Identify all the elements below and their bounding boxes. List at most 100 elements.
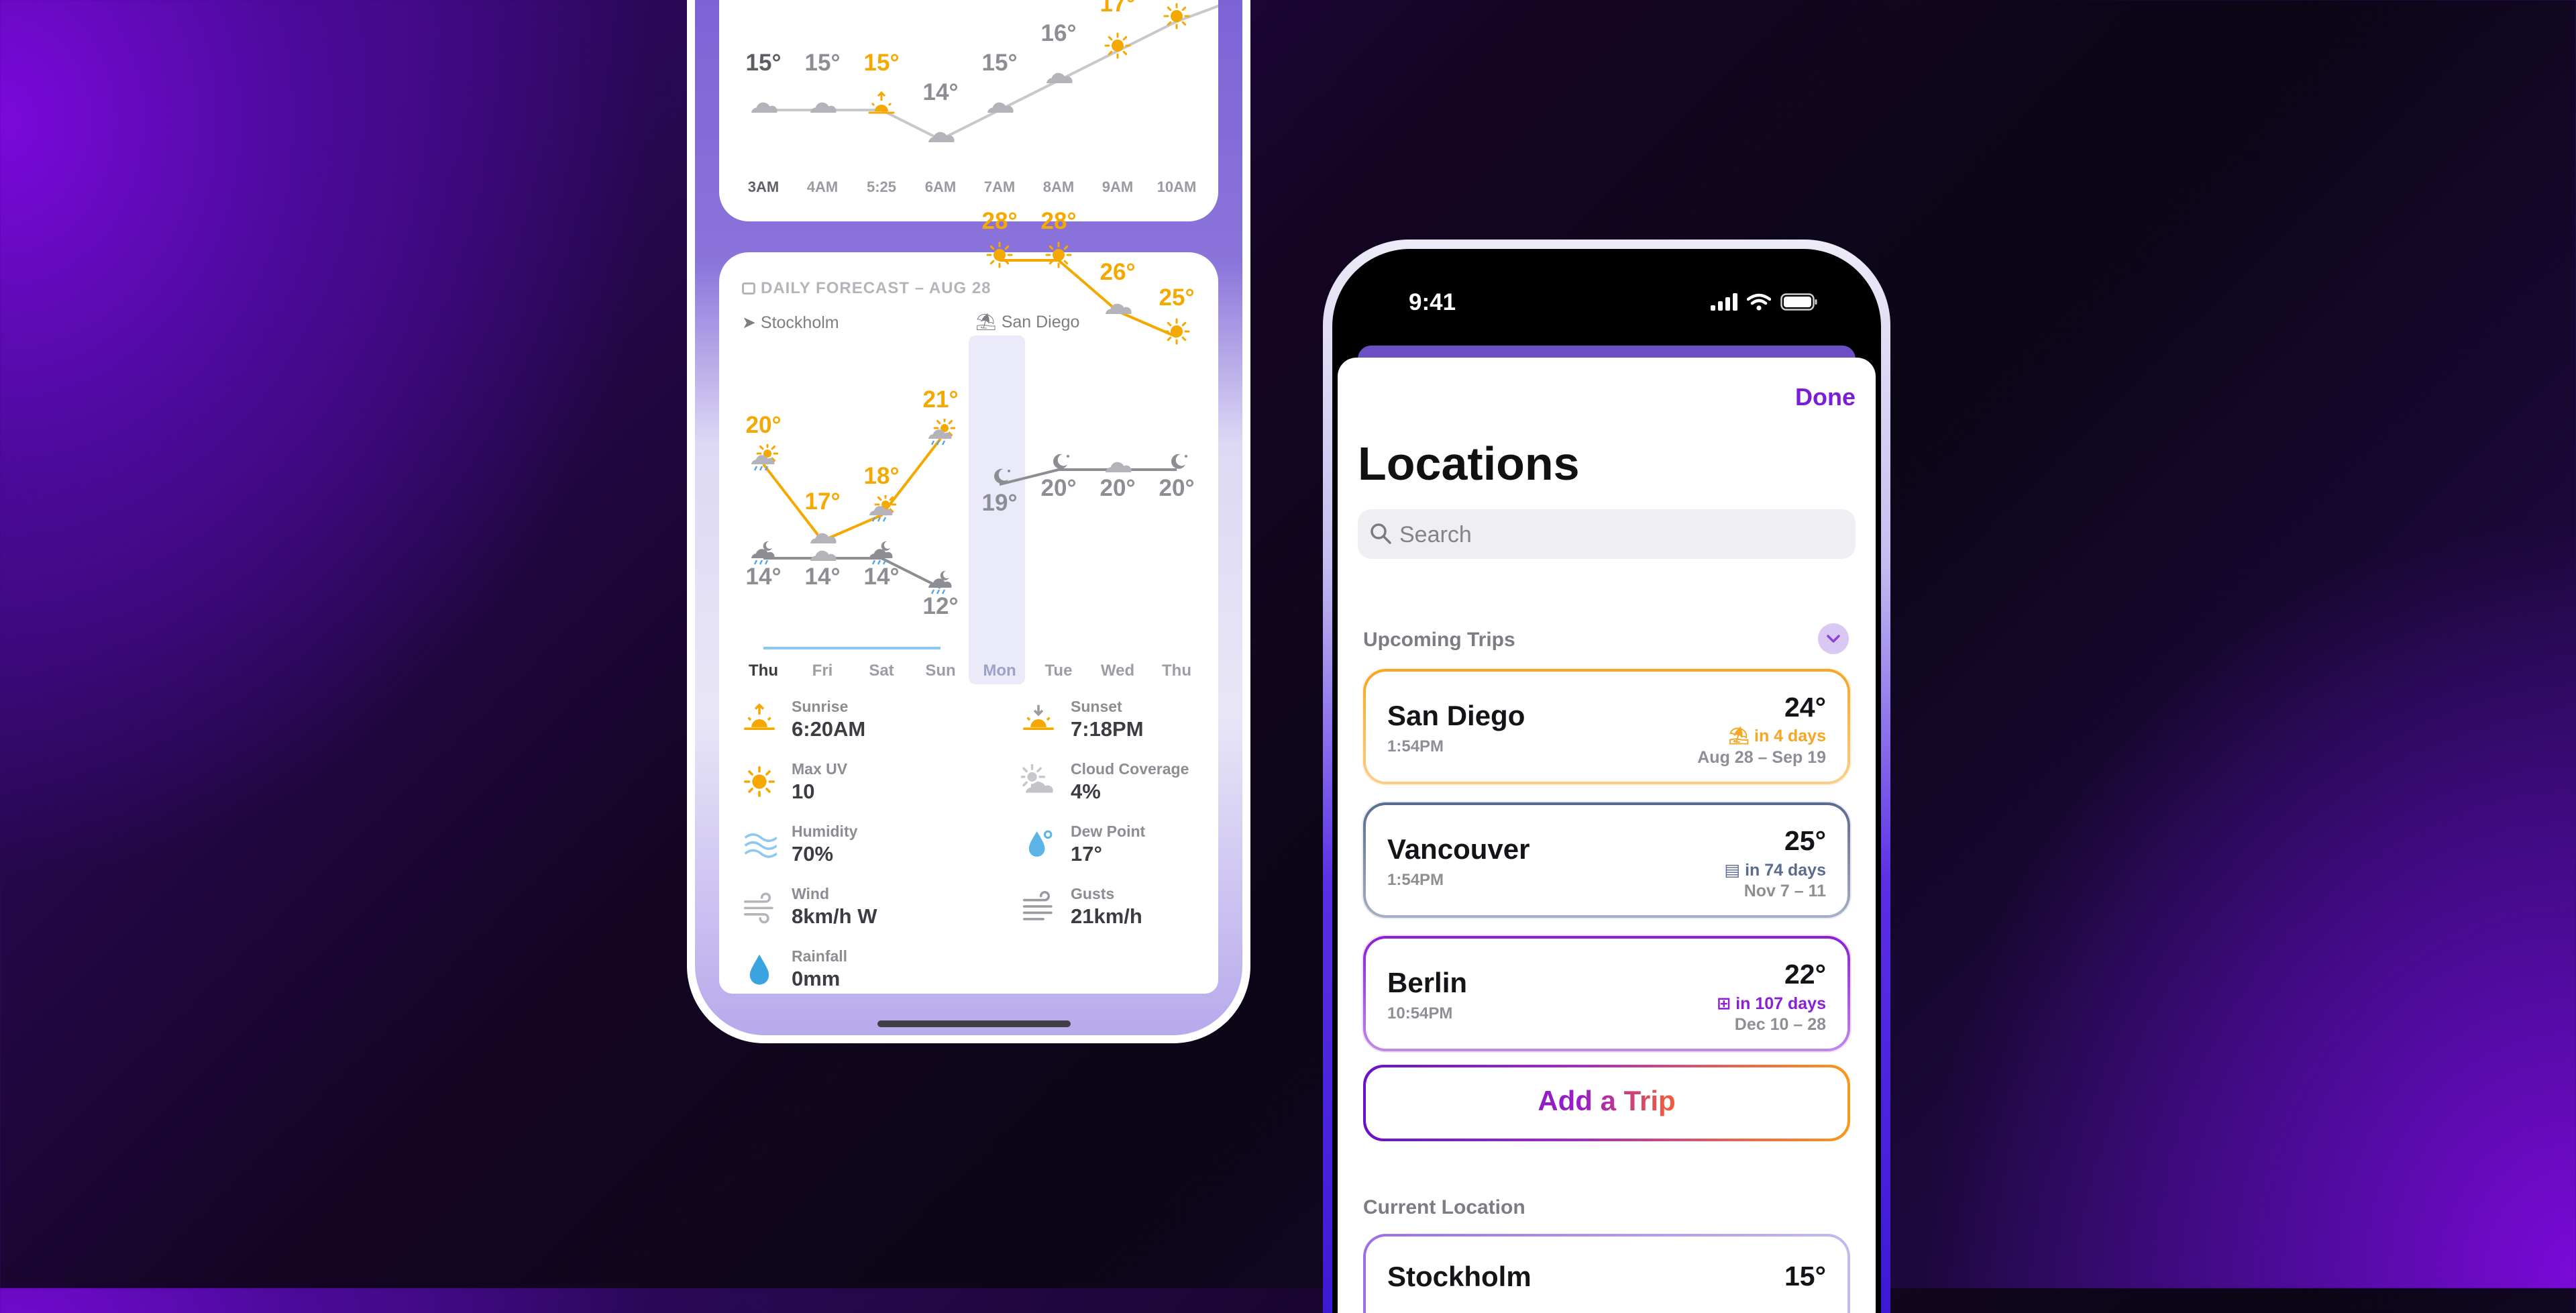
daily-low-temp: 20° [1099, 475, 1136, 501]
stat-item: Humidity 70% [792, 823, 857, 866]
hourly-time-label: 10AM [1157, 178, 1197, 195]
daily-high-icon-wrap [926, 417, 956, 452]
cloud-icon [928, 132, 955, 142]
cloud-icon [1106, 303, 1132, 314]
stat-label: Wind [792, 885, 829, 902]
trip-local-time: 10:54PM [1387, 1004, 1453, 1022]
locations-sheet: Done Locations Search Upcoming Trips San… [1338, 358, 1876, 1313]
hourly-time-label: 5:25 [866, 178, 897, 195]
hourly-time-label: 6AM [924, 178, 957, 195]
left-phone-frame: 15° 3AM 15° 4AM 15° 5:25 14° 6AM 15° 7AM 16° 8AM 17°… [687, 0, 1250, 1043]
humidity-icon [744, 833, 778, 858]
done-button[interactable]: Done [1795, 383, 1856, 411]
sun-icon [986, 242, 1013, 268]
daily-low-temp: 19° [981, 490, 1018, 516]
trip-countdown-text: in 74 days [1745, 861, 1826, 880]
cloud-icon [987, 102, 1014, 113]
trip-countdown: ⛱ in 4 days [1728, 727, 1826, 746]
stat-label: Humidity [792, 823, 858, 840]
daily-day-label[interactable]: Mon [969, 662, 1030, 680]
hourly-temp: 16° [1040, 20, 1077, 46]
daily-high-temp: 18° [863, 463, 900, 489]
daily-low-temp: 14° [863, 564, 900, 590]
cloud-icon [1046, 72, 1073, 83]
daily-day-label[interactable]: Tue [1028, 662, 1089, 680]
sun-icon [1163, 318, 1190, 345]
hourly-time-label: 7AM [983, 178, 1016, 195]
stat-label: Cloud Coverage [1071, 760, 1189, 778]
daily-day-label[interactable]: Wed [1087, 662, 1148, 680]
cloud-icon [751, 102, 777, 113]
trip-temp: 25° [1784, 825, 1826, 856]
left-phone-screen: 15° 3AM 15° 4AM 15° 5:25 14° 6AM 15° 7AM 16° 8AM 17°… [695, 0, 1242, 1035]
hourly-temp: 17° [1099, 0, 1136, 17]
trip-countdown: ⊞ in 107 days [1717, 994, 1826, 1014]
trip-card[interactable]: Vancouver 1:54PM 25° ▤ in 74 days Nov 7 – 11 [1363, 802, 1850, 918]
daily-high-icon-wrap [1162, 317, 1191, 350]
sun-icon [1045, 242, 1072, 268]
daily-forecast-card: DAILY FORECAST – AUG 28 ➤ Stockholm ⛱ Sa… [719, 208, 1218, 994]
add-trip-label: Add a Trip [1363, 1085, 1850, 1117]
battery-icon [1780, 293, 1817, 311]
trip-countdown: ▤ in 74 days [1725, 860, 1826, 880]
stat-item: Dew Point 17° [1071, 823, 1145, 866]
daily-day-label[interactable]: Thu [733, 662, 794, 680]
trip-dates: Dec 10 – 28 [1734, 1015, 1826, 1034]
trip-card[interactable]: San Diego 1:54PM 24° ⛱ in 4 days Aug 28 – Se… [1363, 669, 1850, 784]
hourly-time-label: 8AM [1042, 178, 1075, 195]
stat-item: Sunrise 6:20AM [792, 698, 865, 741]
hourly-icon-wrap [926, 119, 955, 152]
page-title: Locations [1358, 437, 1580, 490]
hourly-temp: 15° [863, 50, 900, 76]
trip-countdown-text: in 107 days [1735, 994, 1826, 1013]
daily-low-temp: 20° [1159, 475, 1195, 501]
hourly-time-label: 4AM [806, 178, 839, 195]
trip-local-time: 1:54PM [1387, 871, 1444, 889]
daily-day-label[interactable]: Sun [910, 662, 971, 680]
stat-label: Sunset [1071, 698, 1122, 715]
daily-day-label[interactable]: Thu [1146, 662, 1207, 680]
hourly-time-label: 9AM [1102, 178, 1134, 195]
hourly-temp: 15° [745, 50, 782, 76]
beach-umbrella-icon: ⛱ [1728, 727, 1754, 745]
daily-low-temp: 20° [1040, 475, 1077, 501]
hourly-icon-wrap [985, 90, 1014, 123]
daily-high-temp: 17° [804, 488, 841, 515]
hourly-icon-wrap [1162, 1, 1191, 34]
gift-icon: ⊞ [1717, 994, 1736, 1013]
daily-high-icon-wrap [1103, 291, 1132, 324]
current-location-card[interactable]: Stockholm 15° [1363, 1234, 1850, 1313]
add-trip-button[interactable]: Add a Trip [1363, 1065, 1850, 1141]
daily-day-label[interactable]: Sat [851, 662, 912, 680]
home-indicator[interactable] [877, 1020, 1071, 1027]
stat-icon-wrap [1021, 702, 1057, 738]
daily-high-temp: 26° [1099, 259, 1136, 285]
stat-value: 6:20AM [792, 717, 866, 741]
stat-label: Sunrise [792, 698, 849, 715]
stat-label: Dew Point [1071, 823, 1146, 840]
trip-local-time: 1:54PM [1387, 737, 1444, 755]
cloud-coverage-icon [1019, 764, 1053, 793]
search-input[interactable]: Search [1358, 509, 1856, 559]
stat-item: Gusts 21km/h [1071, 885, 1142, 929]
stat-label: Max UV [792, 760, 848, 778]
stat-value: 17° [1071, 842, 1102, 865]
status-time: 9:41 [1409, 289, 1456, 315]
chevron-down-icon [1827, 635, 1840, 643]
right-phone-frame: 9:41 Done Locations Search Upcoming Trip… [1323, 240, 1890, 1313]
stat-value: 70% [792, 842, 834, 865]
stat-item: Sunset 7:18PM [1071, 698, 1144, 741]
right-phone-screen: 9:41 Done Locations Search Upcoming Trip… [1338, 254, 1876, 1313]
daily-low-temp: 14° [804, 564, 841, 590]
sun-icon [1104, 32, 1131, 59]
hourly-forecast-card[interactable]: 15° 3AM 15° 4AM 15° 5:25 14° 6AM 15° 7AM 16° 8AM 17°… [719, 0, 1218, 221]
hourly-icon-wrap [1044, 60, 1073, 93]
cloud-icon [810, 102, 837, 113]
trip-city: San Diego [1387, 700, 1525, 731]
trip-card[interactable]: Berlin 10:54PM 22° ⊞ in 107 days Dec 10 – 28 [1363, 936, 1850, 1051]
collapse-upcoming-button[interactable] [1818, 623, 1849, 654]
sunset-icon [1022, 704, 1055, 730]
daily-day-label[interactable]: Fri [792, 662, 853, 680]
upcoming-trips-label: Upcoming Trips [1363, 629, 1515, 651]
hourly-icon-wrap [867, 90, 896, 123]
